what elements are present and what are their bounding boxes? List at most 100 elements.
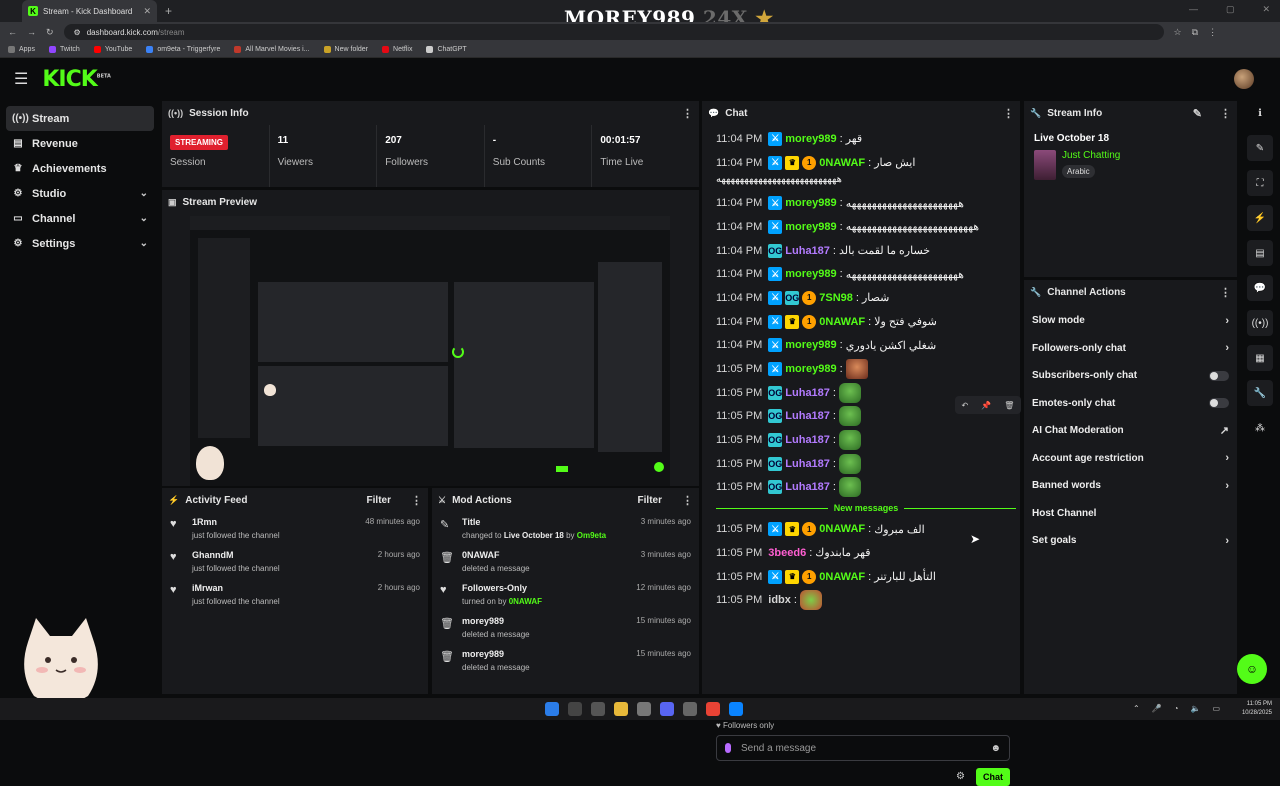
mic-icon[interactable]: 🎤 [1152, 704, 1162, 713]
bookmark-folder[interactable]: New folder [323, 46, 368, 53]
layout-icon[interactable]: ▦ [1247, 345, 1273, 371]
support-chat-button[interactable]: ☺ [1237, 654, 1267, 684]
chrome-icon[interactable] [706, 702, 720, 716]
more-options-icon[interactable]: ⋮ [1003, 107, 1014, 120]
chat-message[interactable]: 11:05 PM idbx: [716, 588, 1016, 612]
chat-username[interactable]: 0NAWAF [819, 523, 865, 535]
chat-username[interactable]: morey989 [785, 363, 836, 375]
channel-action-host-channel[interactable]: Host Channel [1024, 500, 1237, 528]
mod-action-title[interactable]: morey989 [462, 649, 504, 659]
chat-username[interactable]: morey989 [785, 339, 836, 351]
sidebar-item-channel[interactable]: ▭ Channel ⌄ [6, 206, 154, 231]
lightning-icon[interactable]: ⚡ [1247, 205, 1273, 231]
more-options-icon[interactable]: ⋮ [682, 107, 693, 120]
toggle-switch[interactable] [1209, 398, 1229, 409]
chat-username[interactable]: morey989 [785, 197, 836, 209]
channel-action-account-age-restriction[interactable]: Account age restriction › [1024, 445, 1237, 473]
site-info-icon[interactable]: ⚙ [74, 28, 81, 37]
more-options-icon[interactable]: ⋮ [411, 494, 422, 507]
new-tab-icon[interactable]: + [165, 4, 172, 18]
bookmark-netflix[interactable]: Netflix [382, 46, 412, 53]
chat-message[interactable]: 11:05 PM ⚔ morey989: [716, 357, 1016, 381]
chat-username[interactable]: morey989 [785, 133, 836, 145]
chat-message[interactable]: 11:04 PM ⚔ morey989: هههههههههههههههههههههه… [716, 191, 1016, 215]
broadcast-icon[interactable]: ((•)) [1247, 310, 1273, 336]
tab-close-icon[interactable]: ✕ [143, 6, 151, 17]
chat-username[interactable]: Luha187 [785, 245, 830, 257]
apps-icon[interactable]: ⁂ [1247, 415, 1273, 441]
bookmark-triggerfyre[interactable]: om9eta - Triggerfyre [146, 46, 220, 53]
bookmark-apps[interactable]: Apps [8, 46, 35, 53]
chat-message[interactable]: 11:05 PM OG Luha187: [716, 428, 1016, 452]
browser-menu-icon[interactable]: ⋮ [1208, 27, 1217, 38]
close-window-icon[interactable]: ✕ [1262, 4, 1270, 15]
chat-username[interactable]: 7SN98 [819, 292, 853, 304]
channel-action-banned-words[interactable]: Banned words › [1024, 472, 1237, 500]
channel-action-subscribers-only-chat[interactable]: Subscribers-only chat [1024, 362, 1237, 390]
chat-username[interactable]: 0NAWAF [819, 157, 865, 169]
battery-icon[interactable]: ▭ [1212, 704, 1220, 713]
chat-bubble-icon[interactable]: 💬 [1247, 275, 1273, 301]
chat-message[interactable]: 11:05 PM OG Luha187: [716, 452, 1016, 476]
reload-icon[interactable]: ↻ [46, 27, 54, 38]
search-icon[interactable] [568, 702, 582, 716]
volume-icon[interactable]: 🔈 [1190, 704, 1200, 713]
wifi-icon[interactable]: ◔ [1174, 704, 1179, 713]
minimize-icon[interactable]: — [1189, 4, 1198, 15]
chat-username[interactable]: Luha187 [785, 434, 830, 446]
channel-action-set-goals[interactable]: Set goals › [1024, 527, 1237, 555]
star-bookmark-icon[interactable]: ☆ [1174, 27, 1182, 38]
mod-action-title[interactable]: morey989 [462, 616, 504, 626]
taskbar-clock[interactable]: 11:05 PM 10/28/2025 [1242, 700, 1272, 718]
bookmark-twitch[interactable]: Twitch [48, 46, 80, 53]
mod-action-title[interactable]: 0NAWAF [462, 550, 500, 560]
more-options-icon[interactable]: ⋮ [1220, 107, 1231, 120]
chat-username[interactable]: 3beed6 [768, 547, 806, 559]
back-icon[interactable]: ← [8, 27, 17, 37]
mic-icon[interactable] [725, 743, 731, 753]
bookmark-marvel[interactable]: All Marvel Movies i... [234, 46, 310, 53]
store-icon[interactable] [637, 702, 651, 716]
chat-username[interactable]: morey989 [785, 221, 836, 233]
sidebar-item-revenue[interactable]: ▤ Revenue [6, 131, 154, 156]
toggle-switch[interactable] [1209, 370, 1229, 381]
chat-username[interactable]: idbx [768, 594, 791, 606]
sidebar-item-stream[interactable]: ((•)) Stream [6, 106, 154, 131]
fullscreen-icon[interactable]: ⛶ [1247, 170, 1273, 196]
mod-action-user[interactable]: 0NAWAF [509, 597, 542, 606]
wrench-icon[interactable]: 🔧 [1247, 380, 1273, 406]
reply-icon[interactable]: ↶ [962, 401, 969, 410]
extensions-icon[interactable]: ⧉ [1192, 27, 1198, 38]
chat-username[interactable]: Luha187 [785, 481, 830, 493]
maximize-icon[interactable]: ▢ [1226, 4, 1235, 15]
discord-icon[interactable] [660, 702, 674, 716]
windows-start-icon[interactable] [545, 702, 559, 716]
category-name[interactable]: Just Chatting [1062, 150, 1120, 161]
mod-action-user[interactable]: Om9eta [577, 531, 606, 540]
pin-icon[interactable]: 📌 [981, 401, 991, 410]
channel-action-ai-chat-moderation[interactable]: AI Chat Moderation ↗ [1024, 417, 1237, 445]
stream-preview-video[interactable] [190, 216, 670, 486]
task-view-icon[interactable] [591, 702, 605, 716]
user-avatar[interactable] [1234, 69, 1254, 89]
file-explorer-icon[interactable] [614, 702, 628, 716]
chat-input[interactable]: Send a message ☻ [716, 735, 1010, 761]
url-input[interactable]: ⚙ dashboard.kick.com/stream [63, 24, 1164, 40]
sidebar-item-settings[interactable]: ⚙ Settings ⌄ [6, 231, 154, 256]
chat-username[interactable]: morey989 [785, 268, 836, 280]
chat-username[interactable]: Luha187 [785, 387, 830, 399]
sidebar-item-studio[interactable]: ⚙ Studio ⌄ [6, 181, 154, 206]
edit-icon[interactable]: ✎ [1193, 107, 1202, 120]
chat-message[interactable]: 11:05 PM OG Luha187: [716, 476, 1016, 500]
pencil-icon[interactable]: ✎ [1247, 135, 1273, 161]
obs-icon[interactable] [683, 702, 697, 716]
browser-tab[interactable]: K Stream - Kick Dashboard ✕ [22, 0, 157, 22]
chevron-up-icon[interactable]: ⌃ [1133, 704, 1140, 713]
chat-message[interactable]: 11:04 PM ⚔ morey989: قهر [716, 127, 1016, 151]
category-thumbnail[interactable] [1034, 150, 1056, 180]
chat-username[interactable]: Luha187 [785, 410, 830, 422]
bookmark-chatgpt[interactable]: ChatGPT [426, 46, 467, 53]
chat-message[interactable]: 11:04 PM ⚔ morey989: هههههههههههههههههههههه… [716, 262, 1016, 286]
chat-settings-icon[interactable]: ⚙ [956, 771, 965, 782]
chat-username[interactable]: Luha187 [785, 458, 830, 470]
